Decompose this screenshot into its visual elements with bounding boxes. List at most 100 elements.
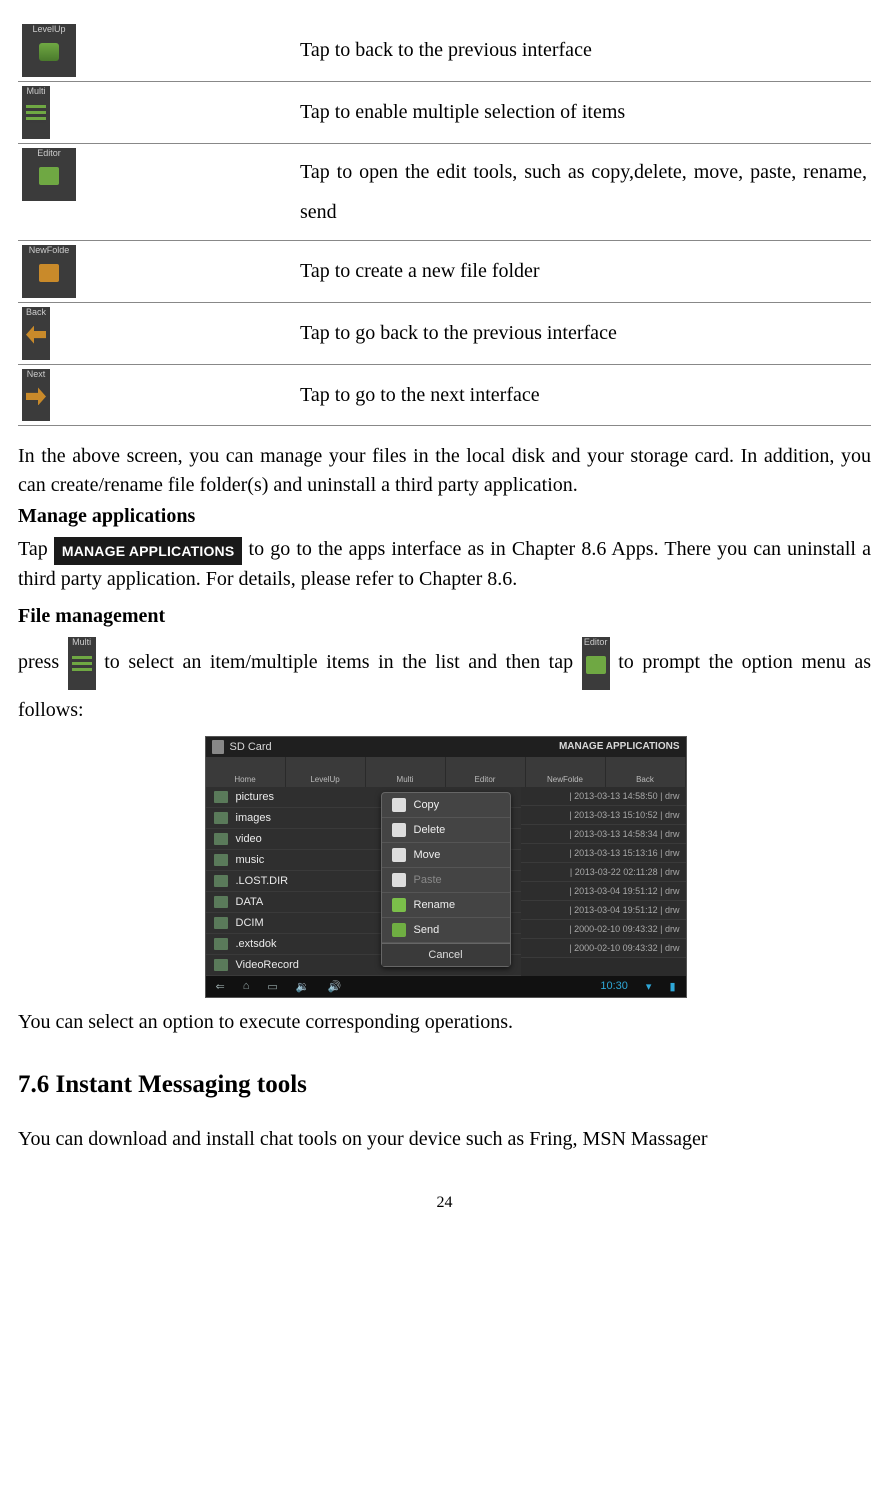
multi-icon: Multi <box>68 637 96 690</box>
icon-description: Tap to create a new file folder <box>296 240 871 302</box>
table-row: Next Tap to go to the next interface <box>18 364 871 426</box>
menu-item-send[interactable]: Send <box>382 918 510 943</box>
menu-cancel-button[interactable]: Cancel <box>382 943 510 966</box>
menu-label: Delete <box>414 824 446 836</box>
icon-label: Back <box>22 307 50 318</box>
icon-description: Tap to back to the previous interface <box>296 20 871 81</box>
icon-label: Next <box>22 369 50 380</box>
file-meta: | 2000-02-10 09:43:32 | drw <box>521 939 686 958</box>
rename-icon <box>392 898 406 912</box>
toolbar-newfolde[interactable]: NewFolde <box>526 757 606 787</box>
after-screenshot-text: You can select an option to execute corr… <box>18 1008 871 1037</box>
shot-topbar: SD Card MANAGE APPLICATIONS <box>206 737 686 757</box>
menu-item-paste: Paste <box>382 868 510 893</box>
menu-label: Paste <box>414 874 442 886</box>
copy-icon <box>392 798 406 812</box>
toolbar-editor[interactable]: Editor <box>446 757 526 787</box>
toolbar-multi[interactable]: Multi <box>366 757 446 787</box>
last-paragraph: You can download and install chat tools … <box>18 1125 871 1154</box>
folder-icon <box>214 896 228 908</box>
table-row: Back Tap to go back to the previous inter… <box>18 302 871 364</box>
wifi-icon: ▾ <box>646 980 652 993</box>
toolbar-levelup[interactable]: LevelUp <box>286 757 366 787</box>
icon-description: Tap to go back to the previous interface <box>296 302 871 364</box>
icon-description: Tap to open the edit tools, such as copy… <box>296 143 871 240</box>
nav-vol-down-icon[interactable]: 🔉 <box>296 980 310 993</box>
icon-description: Tap to go to the next interface <box>296 364 871 426</box>
nav-vol-up-icon[interactable]: 🔊 <box>327 980 341 993</box>
icon-description-table: LevelUp Tap to back to the previous inter… <box>18 20 871 426</box>
manage-apps-heading: Manage applications <box>18 505 195 527</box>
tap-text: Tap <box>18 538 54 560</box>
file-name: images <box>236 812 271 824</box>
folder-icon <box>214 791 228 803</box>
battery-icon: ▮ <box>669 980 675 993</box>
icon-description: Tap to enable multiple selection of item… <box>296 81 871 143</box>
file-meta: | 2013-03-13 15:10:52 | drw <box>521 806 686 825</box>
file-meta: | 2013-03-13 15:13:16 | drw <box>521 844 686 863</box>
icon-label: NewFolde <box>22 245 76 256</box>
file-name: .LOST.DIR <box>236 875 289 887</box>
editor-icon: Editor <box>582 637 610 690</box>
sd-card-icon <box>212 740 224 754</box>
file-name: VideoRecord <box>236 959 299 971</box>
file-meta: | 2013-03-22 02:11:28 | drw <box>521 863 686 882</box>
menu-label: Move <box>414 849 441 861</box>
press-text: press <box>18 651 68 673</box>
menu-item-rename[interactable]: Rename <box>382 893 510 918</box>
menu-item-delete[interactable]: Delete <box>382 818 510 843</box>
folder-icon <box>214 875 228 887</box>
menu-label: Send <box>414 924 440 936</box>
status-clock: 10:30 <box>600 980 628 992</box>
menu-item-copy[interactable]: Copy <box>382 793 510 818</box>
file-name: DCIM <box>236 917 264 929</box>
levelup-icon: LevelUp <box>22 24 76 77</box>
topbar-manage-apps[interactable]: MANAGE APPLICATIONS <box>559 741 680 752</box>
nav-recent-icon[interactable]: ▭ <box>267 980 277 993</box>
file-management-paragraph: press Multi to select an item/multiple i… <box>18 637 871 730</box>
file-management-heading: File management <box>18 605 165 627</box>
file-meta: | 2013-03-04 19:51:12 | drw <box>521 882 686 901</box>
context-menu: Copy Delete Move Paste Rename Send Cancel <box>381 792 511 967</box>
next-icon: Next <box>22 369 50 422</box>
paste-icon <box>392 873 406 887</box>
table-row: Multi Tap to enable multiple selection of… <box>18 81 871 143</box>
send-icon <box>392 923 406 937</box>
multi-icon: Multi <box>22 86 50 139</box>
table-row: LevelUp Tap to back to the previous inter… <box>18 20 871 81</box>
file-meta: | 2013-03-04 19:51:12 | drw <box>521 901 686 920</box>
toolbar-back[interactable]: Back <box>606 757 686 787</box>
file-meta: | 2000-02-10 09:43:32 | drw <box>521 920 686 939</box>
file-name: music <box>236 854 265 866</box>
section-heading-7-6: 7.6 Instant Messaging tools <box>18 1071 871 1099</box>
file-meta: | 2013-03-13 14:58:34 | drw <box>521 825 686 844</box>
shot-meta-list: | 2013-03-13 14:58:50 | drw| 2013-03-13 … <box>521 787 686 976</box>
intro-paragraph: In the above screen, you can manage your… <box>18 442 871 500</box>
table-row: EditorTap to open the edit tools, such a… <box>18 143 871 240</box>
mid-text: to select an item/multiple items in the … <box>104 651 581 673</box>
menu-item-move[interactable]: Move <box>382 843 510 868</box>
icon-label: LevelUp <box>22 24 76 35</box>
file-meta: | 2013-03-13 14:58:50 | drw <box>521 787 686 806</box>
move-icon <box>392 848 406 862</box>
file-name: DATA <box>236 896 264 908</box>
nav-back-icon[interactable]: ⇐ <box>216 980 225 993</box>
file-name: .extsdok <box>236 938 277 950</box>
folder-icon <box>214 938 228 950</box>
screenshot-figure: SD Card MANAGE APPLICATIONS HomeLevelUpM… <box>205 736 685 998</box>
topbar-title: SD Card <box>230 741 272 753</box>
toolbar-home[interactable]: Home <box>206 757 286 787</box>
delete-icon <box>392 823 406 837</box>
folder-icon <box>214 854 228 866</box>
manage-apps-paragraph: Tap MANAGE APPLICATIONS to go to the app… <box>18 535 871 594</box>
table-row: NewFolde Tap to create a new file folder <box>18 240 871 302</box>
newfolde-icon: NewFolde <box>22 245 76 298</box>
shot-toolbar: HomeLevelUpMultiEditorNewFoldeBack <box>206 757 686 787</box>
nav-home-icon[interactable]: ⌂ <box>243 980 250 992</box>
folder-icon <box>214 833 228 845</box>
file-name: video <box>236 833 262 845</box>
file-name: pictures <box>236 791 275 803</box>
shot-navbar: ⇐ ⌂ ▭ 🔉 🔊 10:30 ▾ ▮ <box>206 976 686 997</box>
page-number: 24 <box>18 1194 871 1212</box>
manage-applications-button[interactable]: MANAGE APPLICATIONS <box>54 537 243 565</box>
